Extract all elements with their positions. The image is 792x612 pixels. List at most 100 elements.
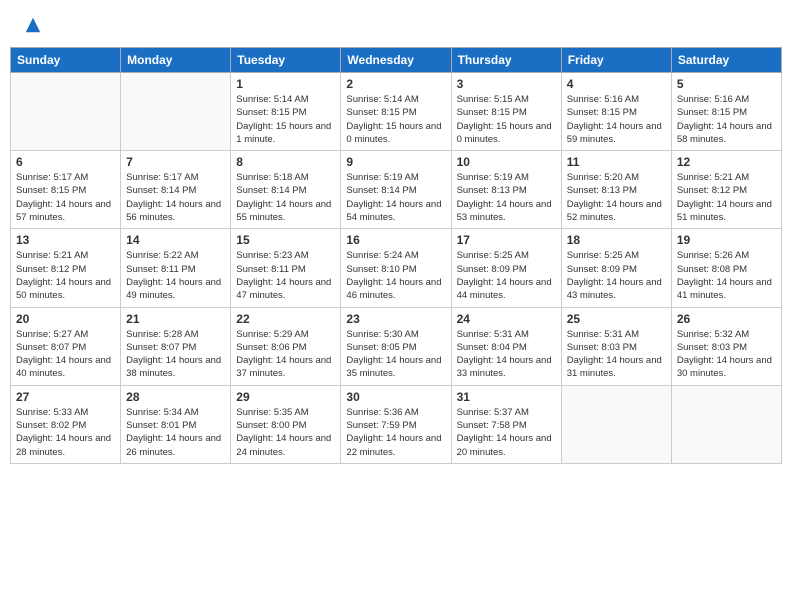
calendar-day-header: Sunday: [11, 48, 121, 73]
day-number: 17: [457, 233, 556, 247]
day-number: 5: [677, 77, 776, 91]
calendar-day-cell: 22 Sunrise: 5:29 AMSunset: 8:06 PMDayligh…: [231, 307, 341, 385]
calendar-day-cell: 8 Sunrise: 5:18 AMSunset: 8:14 PMDaylight…: [231, 151, 341, 229]
day-number: 20: [16, 312, 115, 326]
calendar-day-cell: [561, 385, 671, 463]
calendar-day-cell: 13 Sunrise: 5:21 AMSunset: 8:12 PMDayligh…: [11, 229, 121, 307]
day-info: Sunrise: 5:26 AMSunset: 8:08 PMDaylight:…: [677, 249, 776, 302]
day-number: 16: [346, 233, 445, 247]
calendar-day-cell: [11, 73, 121, 151]
day-number: 6: [16, 155, 115, 169]
day-info: Sunrise: 5:18 AMSunset: 8:14 PMDaylight:…: [236, 171, 335, 224]
day-info: Sunrise: 5:34 AMSunset: 8:01 PMDaylight:…: [126, 406, 225, 459]
day-info: Sunrise: 5:24 AMSunset: 8:10 PMDaylight:…: [346, 249, 445, 302]
calendar-day-cell: 18Sunrise: 5:25 AMSunset: 8:09 PMDayligh…: [561, 229, 671, 307]
calendar-day-cell: [121, 73, 231, 151]
day-info: Sunrise: 5:22 AMSunset: 8:11 PMDaylight:…: [126, 249, 225, 302]
day-info: Sunrise: 5:17 AMSunset: 8:15 PMDaylight:…: [16, 171, 115, 224]
day-info: Sunrise: 5:16 AMSunset: 8:15 PMDaylight:…: [677, 93, 776, 146]
calendar-header-row: SundayMondayTuesdayWednesdayThursdayFrid…: [11, 48, 782, 73]
day-info: Sunrise: 5:29 AMSunset: 8:06 PMDaylight:…: [236, 328, 335, 381]
calendar-day-cell: 1Sunrise: 5:14 AMSunset: 8:15 PMDaylight…: [231, 73, 341, 151]
day-info: Sunrise: 5:32 AMSunset: 8:03 PMDaylight:…: [677, 328, 776, 381]
day-info: Sunrise: 5:27 AMSunset: 8:07 PMDaylight:…: [16, 328, 115, 381]
day-number: 25: [567, 312, 666, 326]
day-info: Sunrise: 5:21 AMSunset: 8:12 PMDaylight:…: [16, 249, 115, 302]
calendar-day-cell: 16 Sunrise: 5:24 AMSunset: 8:10 PMDayligh…: [341, 229, 451, 307]
day-number: 27: [16, 390, 115, 404]
day-info: Sunrise: 5:33 AMSunset: 8:02 PMDaylight:…: [16, 406, 115, 459]
calendar-day-cell: 5 Sunrise: 5:16 AMSunset: 8:15 PMDaylight…: [671, 73, 781, 151]
day-info: Sunrise: 5:37 AMSunset: 7:58 PMDaylight:…: [457, 406, 556, 459]
calendar-day-header: Tuesday: [231, 48, 341, 73]
day-info: Sunrise: 5:31 AMSunset: 8:04 PMDaylight:…: [457, 328, 556, 381]
calendar-day-cell: 15Sunrise: 5:23 AMSunset: 8:11 PMDayligh…: [231, 229, 341, 307]
day-number: 10: [457, 155, 556, 169]
day-number: 8: [236, 155, 335, 169]
calendar-day-cell: 14Sunrise: 5:22 AMSunset: 8:11 PMDayligh…: [121, 229, 231, 307]
calendar-day-cell: 9Sunrise: 5:19 AMSunset: 8:14 PMDaylight…: [341, 151, 451, 229]
day-info: Sunrise: 5:19 AMSunset: 8:14 PMDaylight:…: [346, 171, 445, 224]
calendar-week-row: 27 Sunrise: 5:33 AMSunset: 8:02 PMDayligh…: [11, 385, 782, 463]
calendar-day-cell: 28 Sunrise: 5:34 AMSunset: 8:01 PMDayligh…: [121, 385, 231, 463]
day-info: Sunrise: 5:15 AMSunset: 8:15 PMDaylight:…: [457, 93, 556, 146]
page-header: [10, 10, 782, 41]
day-number: 23: [346, 312, 445, 326]
calendar-day-cell: 12Sunrise: 5:21 AMSunset: 8:12 PMDayligh…: [671, 151, 781, 229]
day-number: 19: [677, 233, 776, 247]
calendar-day-cell: 20 Sunrise: 5:27 AMSunset: 8:07 PMDayligh…: [11, 307, 121, 385]
day-info: Sunrise: 5:35 AMSunset: 8:00 PMDaylight:…: [236, 406, 335, 459]
calendar-day-header: Thursday: [451, 48, 561, 73]
calendar-day-cell: 21 Sunrise: 5:28 AMSunset: 8:07 PMDayligh…: [121, 307, 231, 385]
logo-icon: [24, 16, 42, 34]
calendar-day-cell: 19 Sunrise: 5:26 AMSunset: 8:08 PMDayligh…: [671, 229, 781, 307]
day-info: Sunrise: 5:30 AMSunset: 8:05 PMDaylight:…: [346, 328, 445, 381]
calendar-day-cell: 10 Sunrise: 5:19 AMSunset: 8:13 PMDayligh…: [451, 151, 561, 229]
day-info: Sunrise: 5:19 AMSunset: 8:13 PMDaylight:…: [457, 171, 556, 224]
day-info: Sunrise: 5:20 AMSunset: 8:13 PMDaylight:…: [567, 171, 666, 224]
calendar-table: SundayMondayTuesdayWednesdayThursdayFrid…: [10, 47, 782, 464]
calendar-day-cell: 30 Sunrise: 5:36 AMSunset: 7:59 PMDayligh…: [341, 385, 451, 463]
day-number: 15: [236, 233, 335, 247]
day-number: 3: [457, 77, 556, 91]
calendar-day-cell: 29 Sunrise: 5:35 AMSunset: 8:00 PMDayligh…: [231, 385, 341, 463]
calendar-day-cell: 4 Sunrise: 5:16 AMSunset: 8:15 PMDaylight…: [561, 73, 671, 151]
day-info: Sunrise: 5:14 AMSunset: 8:15 PMDaylight:…: [236, 93, 335, 146]
calendar-day-cell: 25 Sunrise: 5:31 AMSunset: 8:03 PMDayligh…: [561, 307, 671, 385]
calendar-week-row: 6 Sunrise: 5:17 AMSunset: 8:15 PMDaylight…: [11, 151, 782, 229]
day-number: 29: [236, 390, 335, 404]
day-number: 13: [16, 233, 115, 247]
day-info: Sunrise: 5:21 AMSunset: 8:12 PMDaylight:…: [677, 171, 776, 224]
day-info: Sunrise: 5:36 AMSunset: 7:59 PMDaylight:…: [346, 406, 445, 459]
calendar-day-cell: 23 Sunrise: 5:30 AMSunset: 8:05 PMDayligh…: [341, 307, 451, 385]
calendar-day-header: Friday: [561, 48, 671, 73]
calendar-day-cell: [671, 385, 781, 463]
calendar-day-cell: 2 Sunrise: 5:14 AMSunset: 8:15 PMDaylight…: [341, 73, 451, 151]
day-number: 4: [567, 77, 666, 91]
day-number: 21: [126, 312, 225, 326]
day-info: Sunrise: 5:14 AMSunset: 8:15 PMDaylight:…: [346, 93, 445, 146]
day-info: Sunrise: 5:17 AMSunset: 8:14 PMDaylight:…: [126, 171, 225, 224]
day-info: Sunrise: 5:25 AMSunset: 8:09 PMDaylight:…: [457, 249, 556, 302]
day-info: Sunrise: 5:31 AMSunset: 8:03 PMDaylight:…: [567, 328, 666, 381]
calendar-day-cell: 17 Sunrise: 5:25 AMSunset: 8:09 PMDayligh…: [451, 229, 561, 307]
calendar-day-cell: 31Sunrise: 5:37 AMSunset: 7:58 PMDayligh…: [451, 385, 561, 463]
day-number: 18: [567, 233, 666, 247]
calendar-day-cell: 24 Sunrise: 5:31 AMSunset: 8:04 PMDayligh…: [451, 307, 561, 385]
calendar-day-cell: 7 Sunrise: 5:17 AMSunset: 8:14 PMDaylight…: [121, 151, 231, 229]
calendar-day-header: Wednesday: [341, 48, 451, 73]
calendar-day-cell: 26 Sunrise: 5:32 AMSunset: 8:03 PMDayligh…: [671, 307, 781, 385]
calendar-week-row: 20 Sunrise: 5:27 AMSunset: 8:07 PMDayligh…: [11, 307, 782, 385]
day-number: 22: [236, 312, 335, 326]
calendar-day-cell: 3 Sunrise: 5:15 AMSunset: 8:15 PMDaylight…: [451, 73, 561, 151]
day-info: Sunrise: 5:28 AMSunset: 8:07 PMDaylight:…: [126, 328, 225, 381]
calendar-day-header: Monday: [121, 48, 231, 73]
day-number: 7: [126, 155, 225, 169]
day-number: 24: [457, 312, 556, 326]
day-number: 28: [126, 390, 225, 404]
day-info: Sunrise: 5:16 AMSunset: 8:15 PMDaylight:…: [567, 93, 666, 146]
calendar-day-header: Saturday: [671, 48, 781, 73]
day-number: 26: [677, 312, 776, 326]
day-number: 2: [346, 77, 445, 91]
day-number: 30: [346, 390, 445, 404]
